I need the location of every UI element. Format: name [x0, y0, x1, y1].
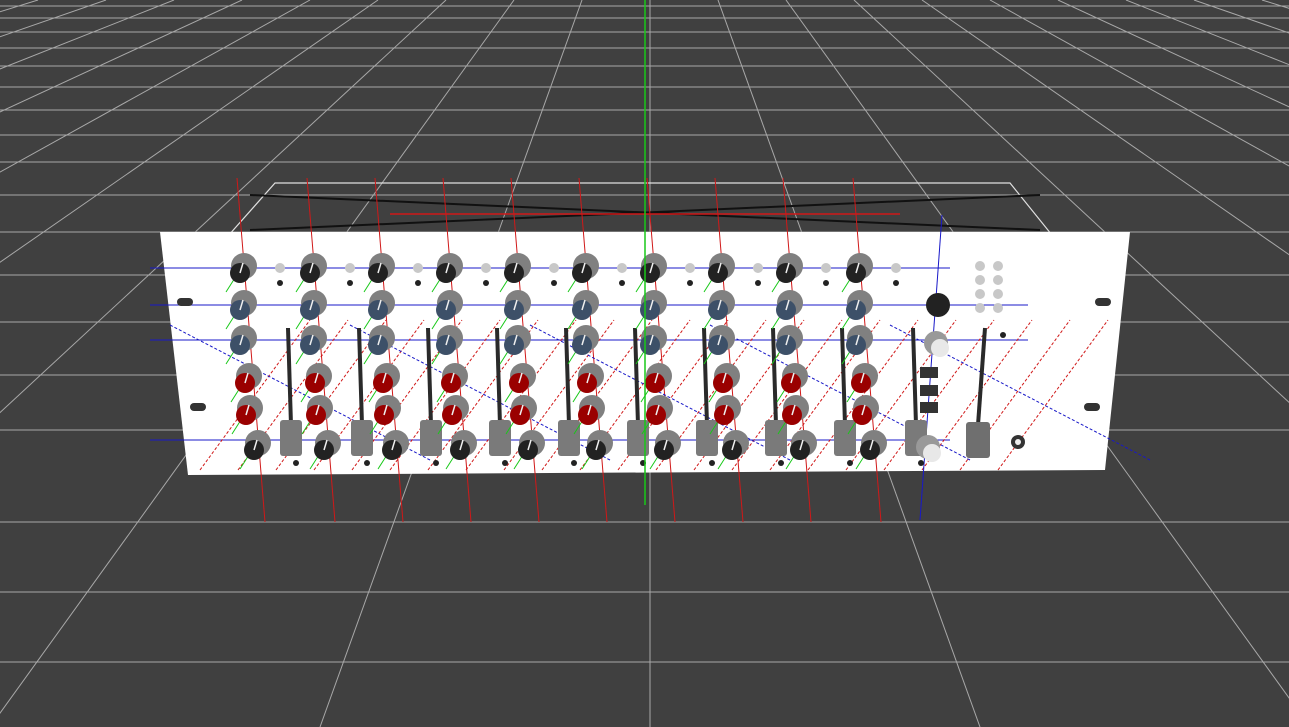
- master-fader-cap: [966, 422, 990, 458]
- meter-led: [975, 303, 985, 313]
- master-knob-cap: [931, 339, 949, 357]
- meter-led: [975, 275, 985, 285]
- master-button: [920, 385, 938, 396]
- meter-led: [975, 289, 985, 299]
- led-indicator: [687, 280, 693, 286]
- fader-led: [571, 460, 577, 466]
- fader-led: [364, 460, 370, 466]
- fader-led: [847, 460, 853, 466]
- led-indicator: [823, 280, 829, 286]
- led-indicator: [481, 263, 491, 273]
- led-indicator: [347, 280, 353, 286]
- led-indicator: [893, 280, 899, 286]
- led-indicator: [821, 263, 831, 273]
- fader-cap: [351, 420, 373, 456]
- 3d-viewport[interactable]: [0, 0, 1289, 727]
- led-indicator: [277, 280, 283, 286]
- meter-led: [993, 289, 1003, 299]
- led-indicator: [617, 263, 627, 273]
- master-knob: [926, 293, 950, 317]
- led-indicator: [275, 263, 285, 273]
- rack-ear-hole: [1095, 298, 1111, 306]
- fader-led: [918, 460, 924, 466]
- fader-cap: [420, 420, 442, 456]
- fader-cap: [696, 420, 718, 456]
- led-indicator: [619, 280, 625, 286]
- rack-ear-hole: [177, 298, 193, 306]
- master-button: [920, 367, 938, 378]
- fader-cap: [834, 420, 856, 456]
- led-indicator: [345, 263, 355, 273]
- led-indicator: [483, 280, 489, 286]
- led-indicator: [413, 263, 423, 273]
- fader-cap: [280, 420, 302, 456]
- fader-led: [502, 460, 508, 466]
- meter-led: [993, 261, 1003, 271]
- meter-led: [993, 303, 1003, 313]
- led-indicator: [755, 280, 761, 286]
- fader-cap: [489, 420, 511, 456]
- meter-led: [993, 275, 1003, 285]
- master-led: [1000, 332, 1006, 338]
- meter-led: [975, 261, 985, 271]
- led-indicator: [551, 280, 557, 286]
- fader-led: [293, 460, 299, 466]
- rack-ear-hole: [190, 403, 206, 411]
- led-indicator: [415, 280, 421, 286]
- fader-cap: [558, 420, 580, 456]
- master-knob-cap: [923, 444, 941, 462]
- led-indicator: [685, 263, 695, 273]
- fader-led: [433, 460, 439, 466]
- fader-led: [778, 460, 784, 466]
- rack-ear-hole: [1084, 403, 1100, 411]
- headphone-jack-inner: [1015, 439, 1021, 445]
- led-indicator: [891, 263, 901, 273]
- fader-led: [709, 460, 715, 466]
- master-button: [920, 402, 938, 413]
- led-indicator: [753, 263, 763, 273]
- led-indicator: [549, 263, 559, 273]
